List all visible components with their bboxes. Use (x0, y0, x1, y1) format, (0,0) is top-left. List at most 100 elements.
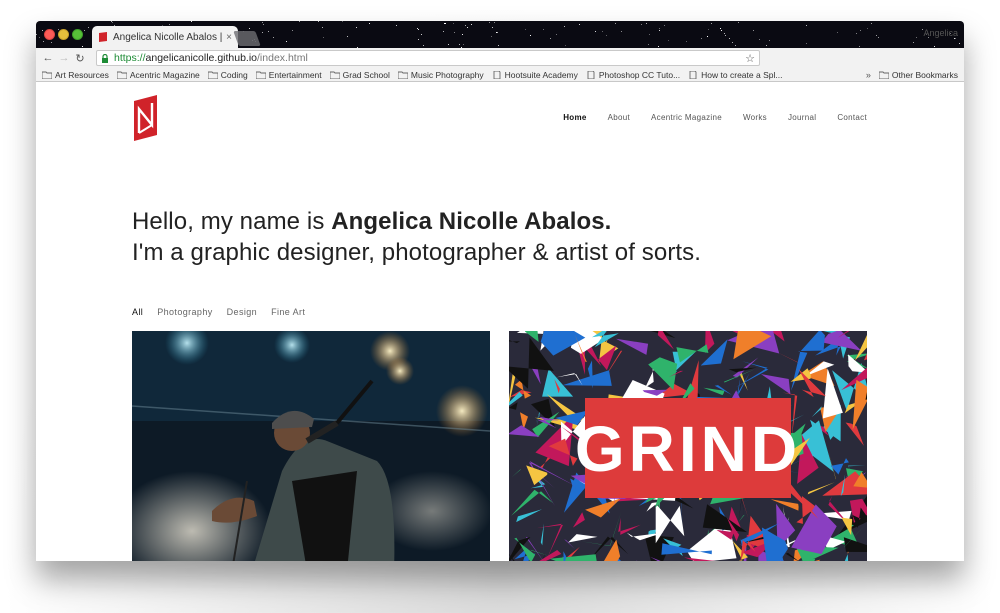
tab-title: Angelica Nicolle Abalos | Graphic (113, 31, 223, 43)
arrow-left-icon[interactable]: ← (40, 52, 56, 64)
zoom-window-button[interactable] (72, 29, 83, 40)
star-icon[interactable]: ☆ (745, 52, 755, 65)
nav-home[interactable]: Home (563, 113, 586, 122)
bookmark-label: Acentric Magazine (129, 69, 200, 80)
star-dot (658, 46, 659, 47)
bookmark-music-photography[interactable]: Music Photography (397, 70, 484, 80)
graffiti-shard (636, 559, 638, 561)
graffiti-shard (737, 372, 750, 396)
hero-name: Angelica Nicolle Abalos. (331, 208, 612, 235)
star-dot (418, 39, 419, 40)
star-dot (525, 29, 526, 30)
folder-icon (329, 71, 340, 79)
star-dot (564, 26, 565, 27)
star-dot (871, 23, 872, 24)
star-dot (759, 39, 760, 40)
star-dot (262, 32, 263, 33)
bookmark-label: Hootsuite Academy (504, 69, 578, 80)
graffiti-shard (738, 514, 745, 523)
nav-works[interactable]: Works (743, 113, 767, 122)
arrow-right-icon[interactable]: → (56, 52, 72, 64)
star-dot (396, 25, 397, 26)
bookmark-label: How to create a Spl... (701, 69, 783, 80)
star-dot (489, 22, 490, 23)
graffiti-shard (844, 554, 849, 561)
star-dot (112, 22, 113, 23)
star-dot (579, 24, 580, 25)
star-dot (550, 38, 551, 39)
nav-journal[interactable]: Journal (788, 113, 816, 122)
filter-design[interactable]: Design (227, 307, 257, 317)
reload-icon[interactable]: ↻ (72, 52, 88, 65)
bookmark-entertainment[interactable]: Entertainment (255, 70, 322, 80)
minimize-window-button[interactable] (58, 29, 69, 40)
star-dot (51, 42, 52, 43)
graffiti-shard (650, 331, 676, 339)
address-bar[interactable]: https:// angelicanicolle.github.io /inde… (96, 50, 760, 66)
page-icon (587, 70, 595, 79)
star-dot (621, 31, 622, 32)
bookmarks-bar: Art Resources Acentric Magazine Coding E… (36, 68, 964, 82)
star-dot (191, 21, 192, 22)
star-dot (725, 35, 726, 36)
star-dot (659, 30, 660, 31)
portfolio-card-concert-photo[interactable] (132, 331, 490, 561)
star-dot (491, 36, 492, 37)
star-dot (82, 46, 83, 47)
tab-active[interactable]: Angelica Nicolle Abalos | Graphic × (92, 26, 238, 48)
star-dot (498, 45, 499, 46)
tab-close-icon[interactable]: × (226, 32, 232, 43)
portfolio-card-grind-artwork[interactable]: GRIND (509, 331, 867, 561)
graffiti-shard (516, 509, 542, 523)
bookmark-coding[interactable]: Coding (207, 70, 248, 80)
bookmark-hootsuite-academy[interactable]: Hootsuite Academy (492, 70, 578, 80)
bookmark-how-to-create[interactable]: How to create a Spl... (688, 70, 782, 80)
star-dot (268, 31, 269, 32)
star-dot (732, 42, 733, 43)
star-dot (462, 34, 463, 35)
star-dot (465, 25, 466, 26)
concert-photo-image (132, 331, 490, 561)
graffiti-shard (512, 469, 521, 477)
hero-greeting: Hello, my name is (132, 208, 332, 235)
bookmark-grad-school[interactable]: Grad School (329, 69, 390, 80)
graffiti-shard (540, 523, 544, 546)
star-dot (738, 22, 739, 23)
star-dot (445, 23, 446, 24)
star-dot (443, 31, 444, 32)
close-window-button[interactable] (44, 29, 55, 40)
bookmark-art-resources[interactable]: Art Resources (42, 70, 109, 80)
bookmark-acentric-magazine[interactable]: Acentric Magazine (116, 69, 200, 80)
graffiti-shard (800, 331, 825, 351)
star-dot (263, 24, 264, 25)
star-dot (721, 30, 722, 31)
star-dot (606, 35, 607, 36)
star-dot (686, 41, 687, 42)
star-dot (286, 41, 287, 42)
other-bookmarks-label: Other Bookmarks (891, 70, 958, 80)
site-logo[interactable] (132, 95, 160, 141)
nav-about[interactable]: About (608, 113, 630, 122)
bookmark-photoshop-tutorial[interactable]: Photoshop CC Tuto... (586, 70, 680, 80)
star-dot (492, 27, 493, 28)
folder-icon (397, 71, 408, 79)
star-dot (664, 25, 665, 26)
profile-label[interactable]: Angelica (923, 28, 958, 38)
other-bookmarks[interactable]: Other Bookmarks (878, 70, 958, 80)
nav-contact[interactable]: Contact (837, 113, 867, 122)
star-dot (454, 32, 455, 33)
filter-all[interactable]: All (132, 307, 143, 317)
filter-fine-art[interactable]: Fine Art (271, 307, 305, 317)
star-dot (418, 29, 419, 30)
star-dot (299, 21, 300, 22)
more-bookmarks-icon[interactable]: » (866, 70, 871, 80)
star-dot (602, 31, 603, 32)
nav-acentric-magazine[interactable]: Acentric Magazine (651, 113, 722, 122)
filter-photography[interactable]: Photography (157, 307, 212, 317)
graffiti-shard (568, 534, 598, 543)
bookmark-label: Grad School (342, 69, 390, 80)
graffiti-shard (761, 374, 791, 395)
star-dot (916, 37, 917, 38)
star-dot (342, 21, 343, 22)
new-tab-button[interactable] (233, 31, 261, 46)
